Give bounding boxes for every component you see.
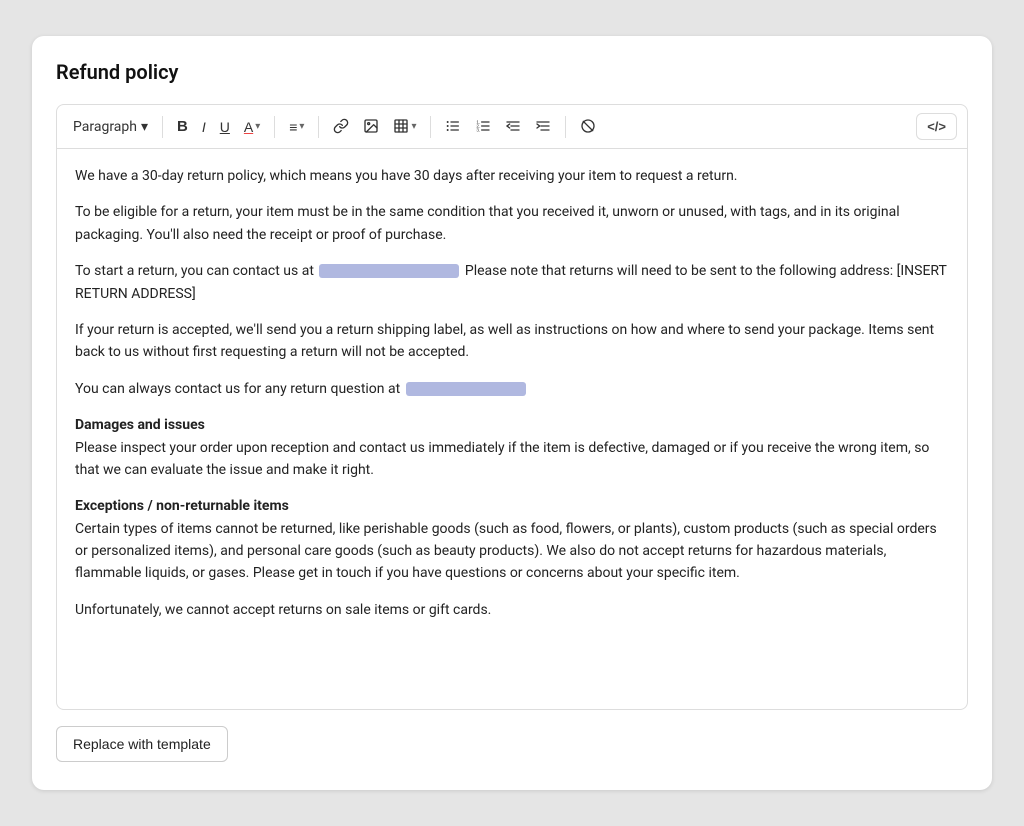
exceptions-text: Certain types of items cannot be returne… <box>75 521 937 582</box>
align-button[interactable]: ≡ ▾ <box>283 116 310 138</box>
bullet-list-button[interactable] <box>439 114 467 140</box>
outdent-button[interactable] <box>499 114 527 140</box>
para-2: To be eligible for a return, your item m… <box>75 201 949 246</box>
font-color-button[interactable]: A ▾ <box>238 116 266 138</box>
para-1: We have a 30-day return policy, which me… <box>75 165 949 187</box>
bold-button[interactable]: B <box>171 115 194 138</box>
editor-toolbar: Paragraph ▾ B I U A ▾ ≡ ▾ <box>57 105 967 149</box>
toolbar-divider-3 <box>318 116 319 138</box>
exceptions-section: Exceptions / non-returnable items Certai… <box>75 495 949 585</box>
chevron-down-icon: ▾ <box>299 122 304 132</box>
ordered-list-button[interactable]: 1.2.3. <box>469 114 497 140</box>
page-title: Refund policy <box>56 60 968 84</box>
refund-policy-card: Refund policy Paragraph ▾ B I U A ▾ ≡ ▾ <box>32 36 992 790</box>
editor-body[interactable]: We have a 30-day return policy, which me… <box>57 149 967 709</box>
link-button[interactable] <box>327 114 355 140</box>
blurred-email-2 <box>406 382 526 396</box>
paragraph-style-select[interactable]: Paragraph ▾ <box>67 115 154 139</box>
para-5: You can always contact us for any return… <box>75 378 949 400</box>
bottom-bar: Replace with template <box>56 710 968 766</box>
ordered-list-icon: 1.2.3. <box>475 118 491 136</box>
font-color-label: A <box>244 120 253 134</box>
damages-text: Please inspect your order upon reception… <box>75 440 929 478</box>
replace-with-template-button[interactable]: Replace with template <box>56 726 228 762</box>
align-icon: ≡ <box>289 120 297 134</box>
image-button[interactable] <box>357 114 385 140</box>
indent-icon <box>535 118 551 136</box>
svg-text:3.: 3. <box>477 127 481 132</box>
outdent-icon <box>505 118 521 136</box>
table-icon <box>393 118 409 136</box>
chevron-down-icon: ▾ <box>141 119 148 135</box>
table-button[interactable]: ▾ <box>387 114 422 140</box>
clear-format-icon <box>580 118 596 136</box>
link-icon <box>333 118 349 136</box>
para-4: If your return is accepted, we'll send y… <box>75 319 949 364</box>
toolbar-divider-2 <box>274 116 275 138</box>
para-3: To start a return, you can contact us at… <box>75 260 949 305</box>
bullet-list-icon <box>445 118 461 136</box>
underline-button[interactable]: U <box>214 116 236 138</box>
rich-text-editor: Paragraph ▾ B I U A ▾ ≡ ▾ <box>56 104 968 710</box>
italic-button[interactable]: I <box>196 116 212 138</box>
damages-heading: Damages and issues <box>75 417 205 433</box>
chevron-down-icon: ▾ <box>411 122 416 132</box>
damages-section: Damages and issues Please inspect your o… <box>75 414 949 481</box>
toolbar-divider-1 <box>162 116 163 138</box>
chevron-down-icon: ▾ <box>255 122 260 132</box>
indent-button[interactable] <box>529 114 557 140</box>
source-code-button[interactable]: </> <box>916 113 957 140</box>
toolbar-divider-5 <box>565 116 566 138</box>
blurred-email-1 <box>319 264 459 278</box>
clear-format-button[interactable] <box>574 114 602 140</box>
sale-items-para: Unfortunately, we cannot accept returns … <box>75 599 949 621</box>
exceptions-heading: Exceptions / non-returnable items <box>75 498 289 514</box>
toolbar-divider-4 <box>430 116 431 138</box>
image-icon <box>363 118 379 136</box>
